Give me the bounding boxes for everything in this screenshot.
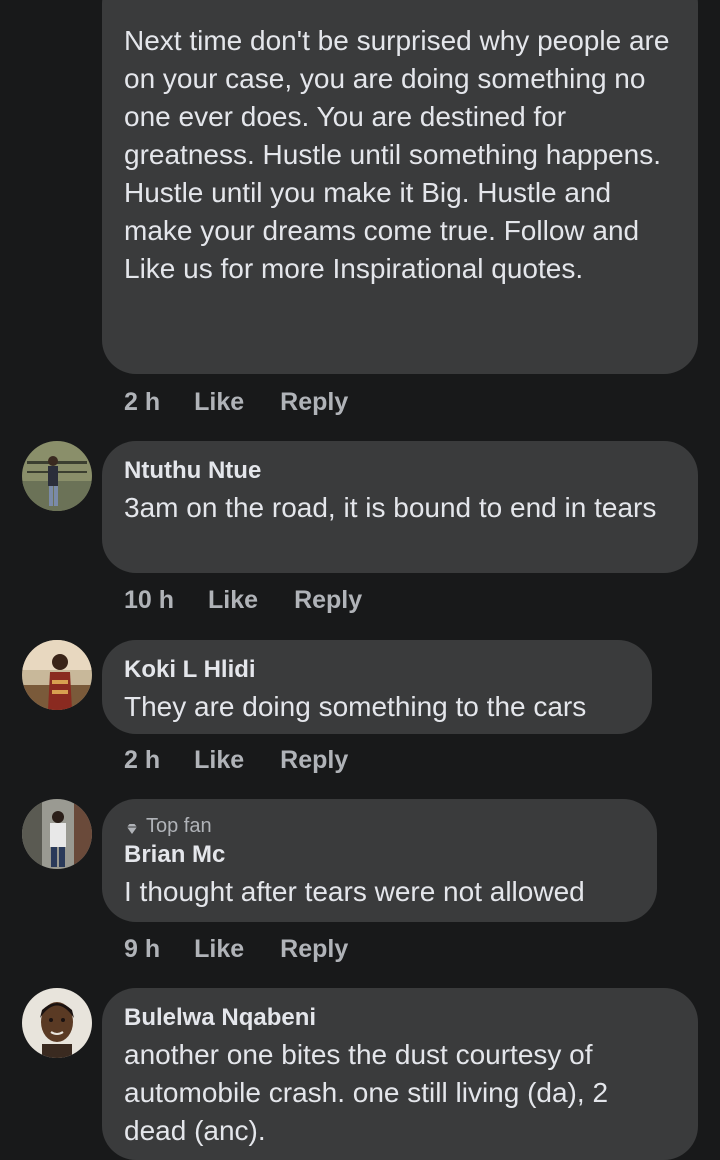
comment-text: 3am on the road, it is bound to end in t…	[124, 492, 657, 523]
comment-actions: 9 h Like Reply	[124, 935, 348, 964]
comment-text: They are doing something to the cars	[124, 691, 587, 722]
comment-text: another one bites the dust courtesy of a…	[124, 1039, 609, 1146]
reply-button[interactable]: Reply	[280, 935, 348, 964]
comment-timestamp[interactable]: 9 h	[124, 935, 160, 964]
comment-actions: 2 h Like Reply	[124, 746, 348, 775]
reply-button[interactable]: Reply	[280, 746, 348, 775]
like-button[interactable]: Like	[194, 746, 244, 775]
comment-bubble[interactable]: Next time don't be surprised why people …	[102, 0, 698, 374]
avatar[interactable]	[22, 988, 92, 1058]
like-button[interactable]: Like	[194, 935, 244, 964]
comment-author[interactable]: Koki L Hlidi	[124, 654, 630, 686]
comment-bubble[interactable]: Top fan Brian Mc I thought after tears w…	[102, 799, 657, 922]
comment-bubble[interactable]: Bulelwa Nqabeni another one bites the du…	[102, 988, 698, 1160]
comment-actions: 2 h Like Reply	[124, 388, 348, 417]
avatar[interactable]	[22, 640, 92, 710]
comment-author[interactable]: Ntuthu Ntue	[124, 455, 676, 487]
top-fan-badge: Top fan	[124, 813, 635, 839]
avatar[interactable]	[22, 441, 92, 511]
comment-text: Next time don't be surprised why people …	[124, 25, 670, 284]
comments-thread: Next time don't be surprised why people …	[0, 0, 720, 1160]
comment-author[interactable]: Brian Mc	[124, 839, 635, 871]
badge-label: Top fan	[146, 815, 212, 837]
comment-timestamp[interactable]: 10 h	[124, 586, 174, 615]
like-button[interactable]: Like	[208, 586, 258, 615]
diamond-badge-icon	[124, 818, 140, 834]
comment-bubble[interactable]: Koki L Hlidi They are doing something to…	[102, 640, 652, 734]
avatar[interactable]	[22, 799, 92, 869]
like-button[interactable]: Like	[194, 388, 244, 417]
comment-text: I thought after tears were not allowed	[124, 876, 585, 907]
comment-author[interactable]: Bulelwa Nqabeni	[124, 1002, 676, 1034]
comment-timestamp[interactable]: 2 h	[124, 746, 160, 775]
reply-button[interactable]: Reply	[294, 586, 362, 615]
comment-bubble[interactable]: Ntuthu Ntue 3am on the road, it is bound…	[102, 441, 698, 573]
comment-timestamp[interactable]: 2 h	[124, 388, 160, 417]
reply-button[interactable]: Reply	[280, 388, 348, 417]
comment-actions: 10 h Like Reply	[124, 586, 362, 615]
